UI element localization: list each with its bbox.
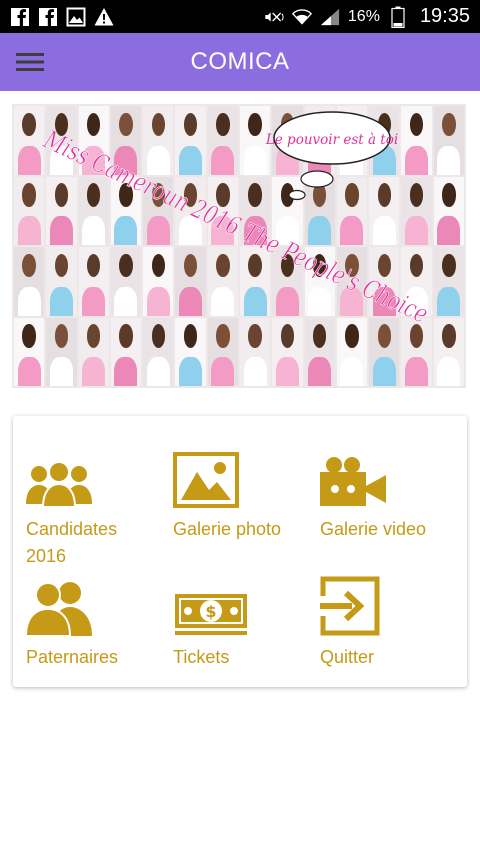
people-pair-icon [26, 566, 174, 636]
menu-label: Paternaires [26, 647, 119, 667]
wifi-icon [291, 7, 312, 27]
menu-item-candidates[interactable]: Candidates 2016 [26, 438, 174, 570]
hamburger-icon [16, 53, 44, 71]
nfc-mute-icon [264, 7, 284, 27]
video-camera-icon [320, 438, 468, 508]
warning-icon [94, 7, 114, 27]
battery-icon [388, 6, 408, 28]
people-group-icon [26, 438, 174, 508]
menu-label: Tickets [173, 647, 230, 667]
menu-label: Candidates 2016 [26, 519, 118, 566]
banner-overlay: Le pouvoir est à toi Miss Cameroun 2016 … [38, 111, 433, 330]
money-ticket-icon: $ [173, 566, 321, 636]
signal-icon [320, 7, 340, 27]
speech-bubble: Le pouvoir est à toi [265, 111, 398, 201]
app-title: COMICA [190, 48, 290, 75]
facebook-icon [10, 7, 30, 27]
menu-item-partners[interactable]: Paternaires [26, 566, 174, 671]
app-bar: COMICA [0, 33, 480, 91]
exit-icon [320, 566, 468, 636]
image-icon [173, 438, 321, 508]
svg-text:$: $ [205, 602, 216, 621]
hamburger-menu-button[interactable] [0, 33, 60, 91]
menu-item-tickets[interactable]: $ Tickets [173, 566, 321, 671]
menu-label: Galerie photo [173, 519, 282, 539]
clock: 19:35 [419, 5, 470, 27]
battery-percent: 16% [347, 7, 380, 25]
gallery-icon [66, 7, 86, 27]
status-bar: 16% 19:35 [0, 0, 480, 33]
facebook-icon [38, 7, 58, 27]
speech-bubble-text: Le pouvoir est à toi [265, 132, 398, 148]
menu-item-quit[interactable]: Quitter [320, 566, 468, 671]
menu-label: Quitter [320, 647, 375, 667]
main-menu-card: Candidates 2016 Galerie photo Galerie vi… [13, 416, 467, 687]
banner-collage: Le pouvoir est à toi Miss Cameroun 2016 … [12, 104, 466, 388]
menu-item-video-gallery[interactable]: Galerie video [320, 438, 468, 543]
menu-label: Galerie video [320, 519, 427, 539]
menu-item-photo-gallery[interactable]: Galerie photo [173, 438, 321, 543]
